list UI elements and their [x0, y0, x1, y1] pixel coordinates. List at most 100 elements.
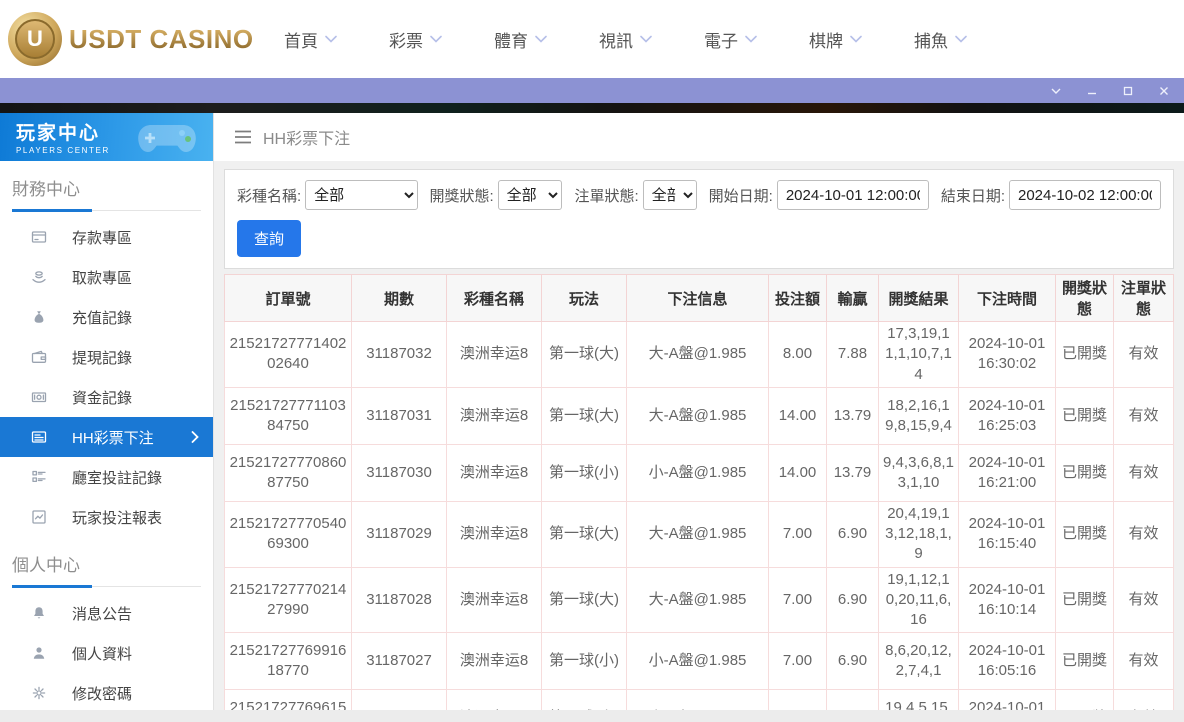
sidebar-item-label: HH彩票下注 [72, 427, 154, 448]
sidebar-item-announcements[interactable]: 消息公告 [0, 593, 213, 633]
sidebar-item-hh-lottery-bets[interactable]: HH彩票下注 [0, 417, 213, 457]
cell-bet-amount: 7.00 [769, 567, 827, 633]
cell-draw-result: 18,2,16,19,8,15,9,4 [879, 387, 959, 444]
table-row: 215217277702142799031187028澳洲幸运8第一球(大)大-… [225, 567, 1174, 633]
cell-period: 31187029 [352, 501, 447, 567]
nav-item-lottery[interactable]: 彩票 [389, 27, 442, 52]
column-header-play-type: 玩法 [542, 275, 627, 322]
lottery-name-select[interactable]: 全部 [305, 180, 417, 210]
table-header-row: 訂單號期數彩種名稱玩法下注信息投注額輸贏開獎結果下注時間開獎狀態注單狀態 [225, 275, 1174, 322]
nav-item-label: 電子 [704, 27, 738, 52]
window-maximize-button[interactable] [1122, 85, 1134, 97]
cell-order-no: 2152172777140202640 [225, 322, 352, 388]
table-row: 215217277714020264031187032澳洲幸运8第一球(大)大-… [225, 322, 1174, 388]
nav-item-sports[interactable]: 體育 [494, 27, 547, 52]
sidebar-item-recharge-record[interactable]: 充值記錄 [0, 297, 213, 337]
sidebar-item-label: 充值記錄 [72, 307, 132, 328]
menu-toggle-icon[interactable] [234, 130, 252, 144]
cell-bet-info: 大-A盤@1.985 [627, 567, 769, 633]
cell-lottery-name: 澳洲幸运8 [447, 444, 542, 501]
chevron-down-icon [535, 35, 547, 43]
cell-draw-status: 已開獎 [1056, 387, 1114, 444]
cell-bet-time: 2024-10-01 16:25:03 [959, 387, 1056, 444]
cell-draw-result: 8,6,20,12,2,7,4,1 [879, 633, 959, 690]
table-row: 215217277711038475031187031澳洲幸运8第一球(大)大-… [225, 387, 1174, 444]
app-window: U USDT CASINO 首頁 彩票 體育 視訊 電子 棋牌 捕魚 玩家中心 PLAYER… [0, 0, 1184, 722]
cell-win-loss: 6.90 [827, 501, 879, 567]
banner-strip [0, 103, 1184, 113]
top-navbar: U USDT CASINO 首頁 彩票 體育 視訊 電子 棋牌 捕魚 [0, 0, 1184, 78]
section-title: 財務中心 [12, 175, 201, 200]
column-header-bet-amount: 投注額 [769, 275, 827, 322]
cell-order-status: 有效 [1114, 633, 1174, 690]
cell-lottery-name: 澳洲幸运8 [447, 567, 542, 633]
column-header-order-no: 訂單號 [225, 275, 352, 322]
cell-period: 31187030 [352, 444, 447, 501]
ticket-icon [31, 429, 47, 445]
column-header-period: 期數 [352, 275, 447, 322]
cell-play-type: 第一球(小) [542, 633, 627, 690]
sidebar-item-label: 消息公告 [72, 603, 132, 624]
sidebar-item-label: 修改密碼 [72, 683, 132, 704]
withdraw-hand-icon [31, 269, 47, 285]
sidebar-item-profile[interactable]: 個人資料 [0, 633, 213, 673]
sidebar-item-funds-record[interactable]: 資金記錄 [0, 377, 213, 417]
list-icon [31, 469, 47, 485]
window-chevron-down-button[interactable] [1050, 85, 1062, 97]
nav-item-home[interactable]: 首頁 [284, 27, 337, 52]
section-divider [12, 210, 201, 211]
sidebar-item-label: 廳室投註記錄 [72, 467, 162, 488]
breadcrumb: HH彩票下注 [214, 113, 1184, 161]
sidebar-item-room-bet-record[interactable]: 廳室投註記錄 [0, 457, 213, 497]
cell-bet-time: 2024-10-01 16:30:02 [959, 322, 1056, 388]
cell-draw-status: 已開獎 [1056, 567, 1114, 633]
nav-item-label: 捕魚 [914, 27, 948, 52]
horizontal-scrollbar-track[interactable] [0, 710, 1184, 722]
order-status-select[interactable]: 全部 [643, 180, 697, 210]
nav-item-cards[interactable]: 棋牌 [809, 27, 862, 52]
main-area: 玩家中心 PLAYERS CENTER 財務中心 存款專區 取款專區 充值記錄 … [0, 113, 1184, 722]
start-date-input[interactable] [777, 180, 929, 210]
window-close-button[interactable] [1158, 85, 1170, 97]
nav-item-label: 視訊 [599, 27, 633, 52]
query-button[interactable]: 查詢 [237, 220, 301, 257]
coin-logo-icon: U [8, 12, 62, 66]
cell-order-status: 有效 [1114, 322, 1174, 388]
nav-item-slots[interactable]: 電子 [704, 27, 757, 52]
column-header-draw-status: 開獎狀態 [1056, 275, 1114, 322]
draw-status-label: 開獎狀態: [430, 185, 494, 206]
sidebar-item-player-report[interactable]: 玩家投注報表 [0, 497, 213, 537]
cell-win-loss: 13.79 [827, 444, 879, 501]
gear-icon [31, 685, 47, 701]
sidebar-item-deposit-area[interactable]: 存款專區 [0, 217, 213, 257]
cell-bet-info: 小-A盤@1.985 [627, 444, 769, 501]
cell-win-loss: 13.79 [827, 387, 879, 444]
sidebar-item-withdraw-area[interactable]: 取款專區 [0, 257, 213, 297]
sidebar-item-withdraw-record[interactable]: 提現記錄 [0, 337, 213, 377]
cell-play-type: 第一球(大) [542, 567, 627, 633]
end-date-input[interactable] [1009, 180, 1161, 210]
draw-status-select[interactable]: 全部 [498, 180, 563, 210]
cell-bet-time: 2024-10-01 16:05:16 [959, 633, 1056, 690]
nav-item-fishing[interactable]: 捕魚 [914, 27, 967, 52]
chevron-down-icon [955, 35, 967, 43]
cell-lottery-name: 澳洲幸运8 [447, 501, 542, 567]
sidebar-item-change-password[interactable]: 修改密碼 [0, 673, 213, 713]
cell-period: 31187031 [352, 387, 447, 444]
orders-table: 訂單號期數彩種名稱玩法下注信息投注額輸贏開獎結果下注時間開獎狀態注單狀態 215… [224, 274, 1174, 722]
cell-bet-amount: 14.00 [769, 444, 827, 501]
cell-bet-info: 大-A盤@1.985 [627, 322, 769, 388]
cell-order-status: 有效 [1114, 501, 1174, 567]
nav-item-video[interactable]: 視訊 [599, 27, 652, 52]
sidebar-item-label: 提現記錄 [72, 347, 132, 368]
cell-order-no: 2152172777054069300 [225, 501, 352, 567]
window-titlebar [0, 78, 1184, 103]
cell-draw-status: 已開獎 [1056, 633, 1114, 690]
table-row: 215217277705406930031187029澳洲幸运8第一球(大)大-… [225, 501, 1174, 567]
window-minimize-button[interactable] [1086, 85, 1098, 97]
bell-icon [31, 605, 47, 621]
nav-item-label: 首頁 [284, 27, 318, 52]
brand-logo[interactable]: U USDT CASINO [8, 12, 236, 66]
cell-play-type: 第一球(大) [542, 387, 627, 444]
cell-draw-result: 17,3,19,11,1,10,7,14 [879, 322, 959, 388]
